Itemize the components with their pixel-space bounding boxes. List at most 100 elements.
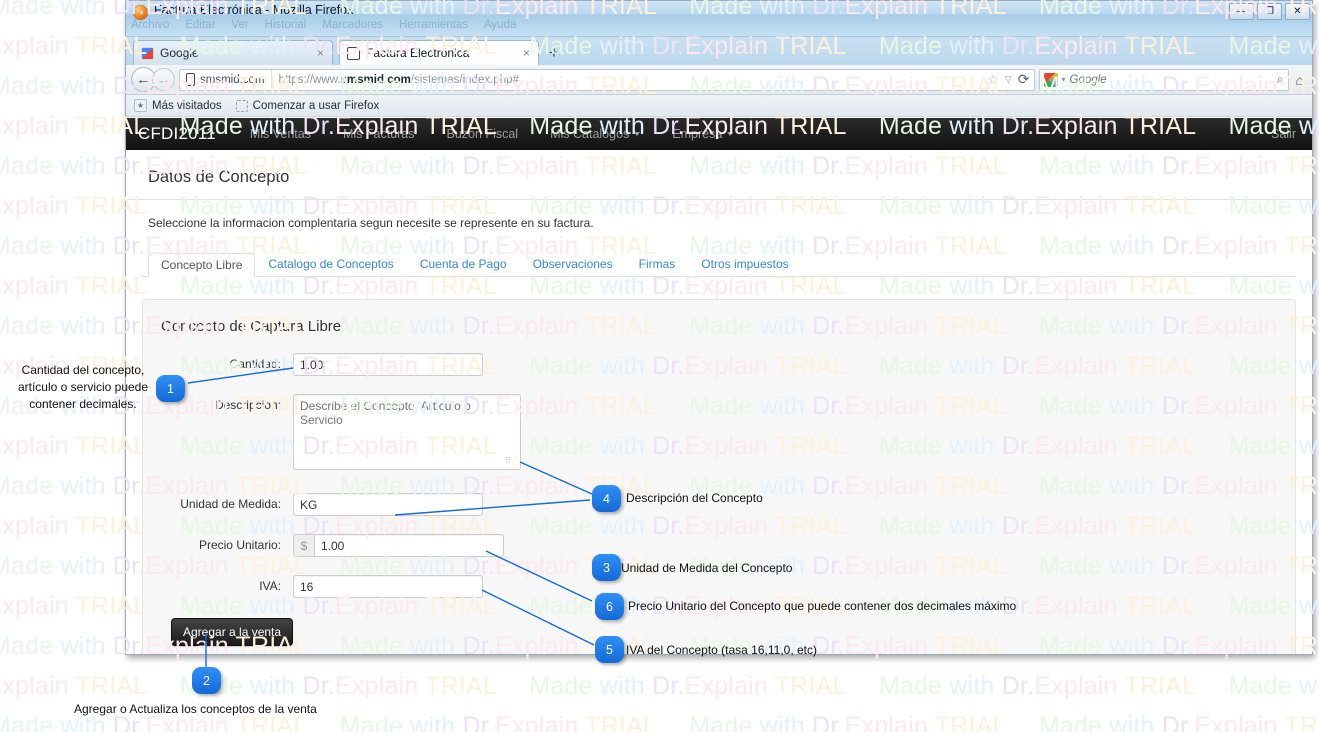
label-descripcion: Descripcion: [214, 398, 281, 412]
tab-otros-impuestos[interactable]: Otros impuestos [688, 252, 801, 276]
bookmark-dropdown-icon[interactable]: ▽ [1005, 74, 1012, 85]
content-tabs: Concepto Libre Catalogo de Conceptos Cue… [142, 252, 1296, 277]
form-row-precio-unitario: Precio Unitario: $ [143, 534, 1295, 557]
forward-button[interactable]: → [152, 68, 175, 91]
nav-item-label: Mis Ventas [249, 127, 311, 141]
close-button[interactable]: ✕ [1285, 3, 1310, 20]
tab-label: Google [160, 46, 199, 60]
navigation-toolbar: ← → smsmid.com https://www.smsmid.com/si… [126, 65, 1312, 95]
menu-item-marcadores[interactable]: Marcadores [321, 19, 384, 31]
google-favicon-icon [141, 46, 154, 60]
page-body: Datos de Concepto Seleccione la informac… [126, 150, 1312, 654]
nav-item-label: Mis Facturas [342, 127, 415, 141]
nav-item-empresa[interactable]: Empresa [656, 118, 749, 150]
label-unidad-de-medida: Unidad de Medida: [180, 497, 281, 511]
nav-item-mis-ventas[interactable]: Mis Ventas [234, 118, 327, 150]
web-content: CFDI2011 Mis Ventas Mis Facturas Buzon F… [126, 118, 1312, 654]
url-prefix: https://www. [278, 73, 341, 86]
search-input[interactable]: Google [1070, 74, 1273, 86]
currency-addon: $ [293, 534, 314, 557]
page-subtitle: Seleccione la informacion complentaria s… [148, 216, 594, 230]
watermark-row: Made with Dr.Explain TRIAL Made with Dr.… [0, 672, 1319, 700]
search-bar[interactable]: ▾ Google ⌕ [1038, 68, 1289, 91]
browser-tab-factura[interactable]: Factura Electrónica × [339, 40, 539, 65]
tab-firmas[interactable]: Firmas [626, 252, 689, 276]
tab-close-icon[interactable]: × [523, 46, 530, 60]
maximize-button[interactable]: ❐ [1257, 3, 1282, 20]
bookmark-mas-visitados[interactable]: ★ Más visitados [134, 99, 222, 112]
bookmark-star-icon[interactable]: ☆ [987, 72, 999, 88]
site-identity-host: smsmid.com [200, 73, 265, 86]
url-bar-actions: ☆ ▽ ⟳ [987, 71, 1029, 88]
url-bar[interactable]: smsmid.com https://www.smsmid.com/sistem… [179, 68, 1035, 91]
document-favicon-icon [347, 46, 360, 60]
label-iva: IVA: [259, 579, 281, 593]
bookmark-label: Comenzar a usar Firefox [252, 99, 380, 112]
window-controls[interactable]: — ❐ ✕ [1229, 3, 1310, 20]
browser-window: Factura Electrónica - Mozilla Firefox Ar… [125, 0, 1313, 655]
form-row-cantidad: Cantidad: [143, 353, 1295, 376]
menu-item-archivo[interactable]: Archivo [130, 19, 170, 31]
search-magnifier-icon[interactable]: ⌕ [1277, 72, 1284, 87]
site-identity-icon [186, 73, 195, 86]
tab-label: Factura Electrónica [366, 46, 470, 60]
menu-item-ver[interactable]: Ver [230, 19, 249, 31]
dashed-box-icon [235, 99, 248, 112]
tab-cuenta-de-pago[interactable]: Cuenta de Pago [407, 252, 520, 276]
unidad-de-medida-input[interactable] [293, 493, 483, 516]
panel-title: Concepto de Captura Libre [161, 318, 342, 335]
menu-item-herramientas[interactable]: Herramientas [398, 19, 469, 31]
nav-item-label: Buzon Fiscal [446, 127, 519, 141]
menu-item-historial[interactable]: Historial [264, 19, 308, 31]
form-row-unidad-de-medida: Unidad de Medida: [143, 493, 1295, 516]
form-row-iva: IVA: [143, 575, 1295, 598]
nav-item-mis-catalogos[interactable]: Mis Catalogos [534, 118, 656, 150]
label-cantidad: Cantidad: [229, 357, 281, 371]
precio-unitario-input[interactable] [314, 534, 504, 557]
url-suffix: /sistemas/index.php# [410, 73, 519, 86]
tab-strip: Google × Factura Electrónica × + [126, 37, 1312, 65]
url-text: https://www.smsmid.com/sistemas/index.ph… [272, 74, 519, 86]
textarea-resize-grip[interactable]: ⠿ [505, 456, 511, 465]
title-bar: Factura Electrónica - Mozilla Firefox Ar… [126, 1, 1312, 37]
tab-observaciones[interactable]: Observaciones [520, 252, 626, 276]
url-domain: smsmid.com [340, 73, 411, 86]
menu-item-ayuda[interactable]: Ayuda [483, 19, 517, 31]
label-precio-unitario: Precio Unitario: [198, 538, 281, 552]
reload-icon[interactable]: ⟳ [1018, 71, 1030, 88]
google-search-icon [1043, 72, 1058, 87]
nav-item-label: Empresa [672, 127, 723, 141]
chevron-down-icon [727, 132, 734, 136]
app-brand[interactable]: CFDI2011 [126, 124, 234, 144]
logout-link[interactable]: Salir [1255, 127, 1312, 141]
bookmarks-toolbar: ★ Más visitados Comenzar a usar Firefox [126, 95, 1312, 117]
callout-badge-2: 2 [192, 667, 221, 694]
tab-close-icon[interactable]: × [317, 46, 324, 60]
browser-tab-google[interactable]: Google × [133, 40, 333, 65]
nav-item-mis-facturas[interactable]: Mis Facturas [327, 118, 431, 150]
new-tab-button[interactable]: + [543, 42, 565, 64]
site-identity-box[interactable]: smsmid.com [183, 70, 272, 89]
firefox-logo-icon [133, 5, 148, 20]
home-button[interactable]: ⌂ [1293, 72, 1307, 88]
agregar-a-la-venta-button[interactable]: Agregar a la venta [171, 618, 294, 646]
window-title: Factura Electrónica - Mozilla Firefox [154, 3, 354, 17]
app-navbar: CFDI2011 Mis Ventas Mis Facturas Buzon F… [126, 118, 1312, 150]
menu-item-editar[interactable]: Editar [184, 19, 216, 31]
menu-bar[interactable]: Archivo Editar Ver Historial Marcadores … [130, 19, 517, 31]
precio-unitario-group: $ [293, 534, 1295, 557]
minimize-button[interactable]: — [1229, 3, 1254, 20]
cantidad-input[interactable] [293, 353, 483, 376]
callout-text-2: Agregar o Actualiza los conceptos de la … [74, 702, 317, 716]
bookmark-icon: ★ [134, 99, 147, 112]
descripcion-textarea[interactable] [293, 394, 521, 470]
tab-concepto-libre[interactable]: Concepto Libre [148, 253, 256, 277]
tab-catalogo-de-conceptos[interactable]: Catalogo de Conceptos [255, 252, 406, 276]
bookmark-label: Más visitados [152, 99, 222, 112]
search-engine-caret-icon[interactable]: ▾ [1062, 75, 1066, 84]
chevron-down-icon [634, 132, 641, 136]
iva-input[interactable] [293, 575, 483, 598]
nav-item-buzon-fiscal[interactable]: Buzon Fiscal [431, 118, 535, 150]
form-row-descripcion: Descripcion: ⠿ [143, 394, 1295, 475]
bookmark-comenzar-firefox[interactable]: Comenzar a usar Firefox [235, 99, 380, 112]
